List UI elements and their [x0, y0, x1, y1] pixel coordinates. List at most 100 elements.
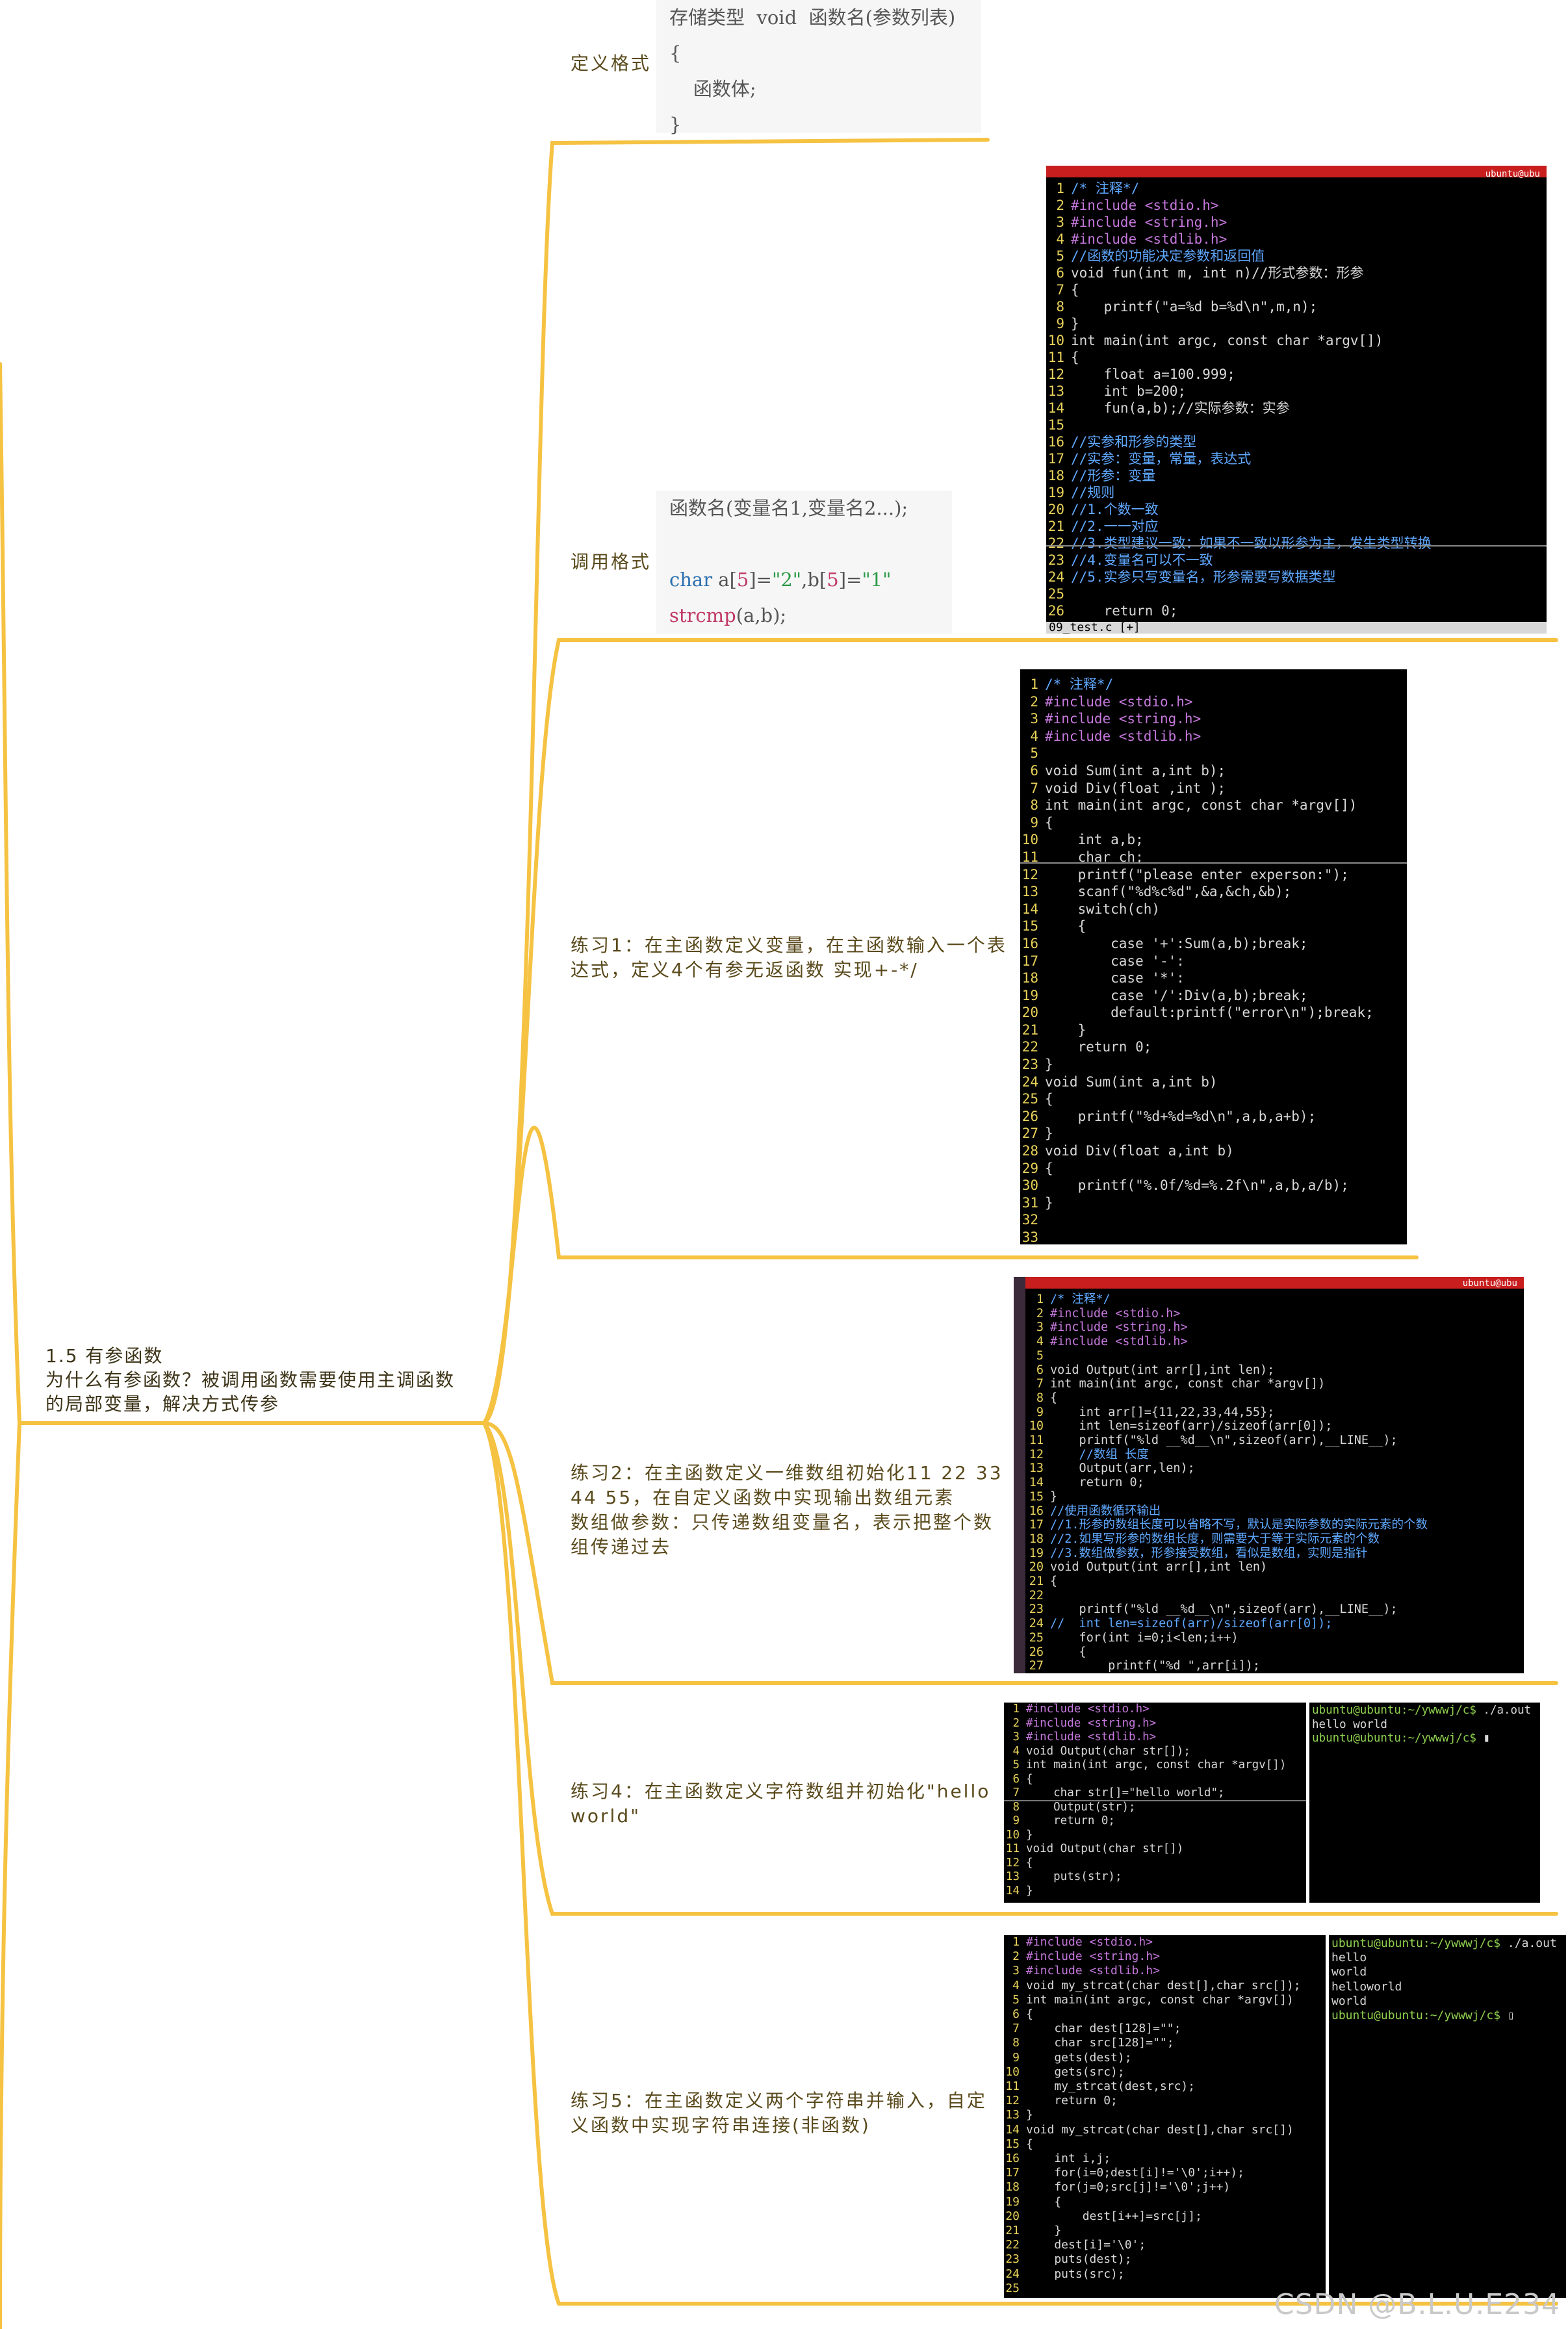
line-text: {	[1050, 1645, 1086, 1659]
line-number: 5	[1012, 1758, 1020, 1771]
line-number: 17	[1029, 1518, 1044, 1532]
code-line: 5 int main(int argc, const char *argv[])	[1004, 1993, 1326, 2007]
terminal-vim-exercise4[interactable]: 1 #include <stdio.h> 2 #include <string.h> 3…	[1004, 1703, 1306, 1903]
line-text: case '*':	[1045, 970, 1185, 986]
line-number: 3	[1036, 1320, 1044, 1335]
line-number: 19	[1005, 2194, 1020, 2209]
line-text: #include <stdio.h>	[1050, 1306, 1181, 1320]
line-number: 30	[1022, 1177, 1038, 1194]
code-line: 12 printf("please enter experson:");	[1020, 866, 1407, 884]
branch-call-format[interactable]: 调用格式	[571, 550, 651, 574]
line-number: 13	[1022, 884, 1038, 900]
code-line: 17 //实参：变量，常量，表达式	[1046, 450, 1547, 467]
window-split	[1046, 545, 1547, 547]
terminal-output-exercise5[interactable]: ubuntu@ubuntu:~/ywwwj/c$ ./a.out hello w…	[1329, 1935, 1566, 2298]
line-text: char str[]="hello world";	[1026, 1786, 1225, 1799]
code-line: 15}	[1028, 1490, 1524, 1504]
line-text: my_strcat(dest,src);	[1026, 2079, 1196, 2094]
code-line: 1 #include <stdio.h>	[1004, 1703, 1306, 1717]
line-number: 7	[1012, 1786, 1020, 1799]
code-line: 8{	[1028, 1391, 1524, 1406]
code-line: 12 //数组 长度	[1028, 1448, 1524, 1462]
code-line: 14 return 0;	[1028, 1476, 1524, 1490]
line-text: float a=100.999;	[1071, 367, 1235, 382]
code-line: 2 #include <stdio.h>	[1046, 197, 1547, 214]
line-number: 17	[1005, 2166, 1020, 2180]
line-number: 4	[1012, 1978, 1020, 1992]
line-number: 6	[1056, 265, 1064, 281]
line-number: 2	[1012, 1716, 1020, 1730]
define-code-line3: 函数体;	[669, 78, 756, 100]
code-line: 18 //2.如果写形参的数组长度，则需要大于等于实际元素的个数	[1028, 1532, 1524, 1547]
branch-exercise2[interactable]: 练习2：在主函数定义一维数组初始化11 22 33 44 55，在自定义函数中实…	[571, 1461, 1012, 1560]
line-text: //5.实参只写变量名，形参需要写数据类型	[1071, 569, 1336, 585]
terminal-vim-exercise1[interactable]: 1 /* 注释*/ 2 #include <stdio.h> 3 #include <st…	[1020, 669, 1407, 1244]
line-text: //实参和形参的类型	[1071, 434, 1197, 450]
line-text: return 0;	[1045, 1039, 1152, 1055]
line-text: //4.变量名可以不一致	[1071, 552, 1213, 568]
line-number: 20	[1005, 2209, 1020, 2223]
code-line: 21 }	[1020, 1022, 1407, 1039]
line-number: 8	[1012, 2036, 1020, 2050]
code-line: 3 #include <string.h>	[1046, 214, 1547, 231]
line-text: #include <stdlib.h>	[1045, 728, 1202, 744]
code-line: 16 //使用函数循环输出	[1028, 1504, 1524, 1519]
code-line: 11 my_strcat(dest,src);	[1004, 2079, 1326, 2094]
exercise2-line3: 数组做参数：只传递数组变量名，表示把整个数	[571, 1512, 994, 1533]
line-number: 19	[1047, 485, 1064, 500]
branch-exercise5[interactable]: 练习5：在主函数定义两个字符串并输入，自定 义函数中实现字符串连接(非函数)	[571, 2089, 1012, 2138]
line-text: {	[1026, 2007, 1033, 2022]
code-line: 7 char dest[128]="";	[1004, 2022, 1326, 2036]
line-number: 24	[1047, 569, 1064, 585]
line-number: 20	[1029, 1560, 1044, 1575]
line-number: 6	[1030, 762, 1038, 778]
line-number: 9	[1012, 1814, 1020, 1827]
code-line: 19 //规则	[1046, 484, 1547, 501]
branch-define-format[interactable]: 定义格式	[571, 51, 651, 76]
line-text: int b=200;	[1071, 383, 1187, 399]
code-line: 3 #include <string.h>	[1028, 1320, 1524, 1335]
code-line: 16 int i,j;	[1004, 2152, 1326, 2166]
code-line: 4 #include <stdlib.h>	[1028, 1335, 1524, 1349]
code-line: 18 //形参：变量	[1046, 467, 1547, 484]
line-text: }	[1026, 1828, 1033, 1842]
branch-exercise4[interactable]: 练习4：在主函数定义字符数组并初始化"hello world"	[571, 1779, 1012, 1829]
line-number: 9	[1036, 1405, 1044, 1419]
code-line: 22 //3.类型建议一致：如果不一致以形参为主，发生类型转换	[1046, 535, 1547, 552]
code-line: 14 switch(ch)	[1020, 901, 1407, 918]
line-text: #include <stdlib.h>	[1026, 1731, 1157, 1744]
line-number: 16	[1029, 1504, 1044, 1518]
line-number: 3	[1056, 214, 1064, 230]
line-number: 18	[1047, 468, 1064, 483]
line-number: 11	[1005, 2079, 1020, 2094]
line-text: int i,j;	[1026, 2152, 1111, 2166]
line-number: 25	[1022, 1091, 1038, 1107]
code-line: 22	[1028, 1589, 1524, 1603]
code-line: 30 printf("%.0f/%d=%.2f\n",a,b,a/b);	[1020, 1177, 1407, 1194]
line-text: void Sum(int a,int b);	[1045, 762, 1226, 778]
code-line: 11 printf("%ld __%d__\n",sizeof(arr),__L…	[1028, 1434, 1524, 1448]
code-line: 21 {	[1028, 1575, 1524, 1589]
terminal-vim-fun[interactable]: ubuntu@ubu 1 /* 注释*/ 2 #include <stdio.h> 3 #…	[1046, 166, 1547, 634]
code-line: 13}	[1004, 2108, 1326, 2122]
line-text: printf("%.0f/%d=%.2f\n",a,b,a/b);	[1045, 1177, 1349, 1194]
root-node[interactable]: 1.5 有参函数 为什么有参函数？被调用函数需要使用主调函数 的局部变量，解决方…	[45, 1344, 487, 1416]
line-text: printf("%ld __%d__\n",sizeof(arr),__LINE…	[1050, 1602, 1398, 1617]
line-number: 4	[1030, 728, 1038, 744]
line-text: printf("please enter experson:");	[1045, 866, 1349, 882]
line-number: 12	[1029, 1447, 1044, 1461]
line-text: printf("%d ",arr[i]);	[1050, 1659, 1261, 1673]
terminal-output-exercise4[interactable]: ubuntu@ubuntu:~/ywwwj/c$ ./a.out hello w…	[1309, 1703, 1540, 1903]
exercise4-line1: 练习4：在主函数定义字符数组并初始化"hello	[571, 1781, 991, 1802]
define-code-line2: {	[669, 42, 682, 64]
line-text: // int len=sizeof(arr)/sizeof(arr[0]);	[1050, 1617, 1333, 1631]
terminal-vim-exercise2[interactable]: ubuntu@ubu 1 /* 注释*/ 2 #include <stdio.h> 3 #…	[1014, 1277, 1524, 1673]
branch-exercise1[interactable]: 练习1：在主函数定义变量，在主函数输入一个表 达式，定义4个有参无返函数 实现+…	[571, 933, 1012, 983]
terminal-vim-exercise5[interactable]: 1 #include <stdio.h> 2 #include <string.h> 3…	[1004, 1935, 1326, 2298]
line-text: {	[1026, 1772, 1033, 1786]
code-line: 5 //函数的功能决定参数和返回值	[1046, 248, 1547, 264]
line-text: #include <stdio.h>	[1026, 1935, 1153, 1949]
line-number: 22	[1022, 1039, 1038, 1055]
code-line: 22 return 0;	[1020, 1038, 1407, 1056]
line-number: 27	[1022, 1126, 1038, 1142]
